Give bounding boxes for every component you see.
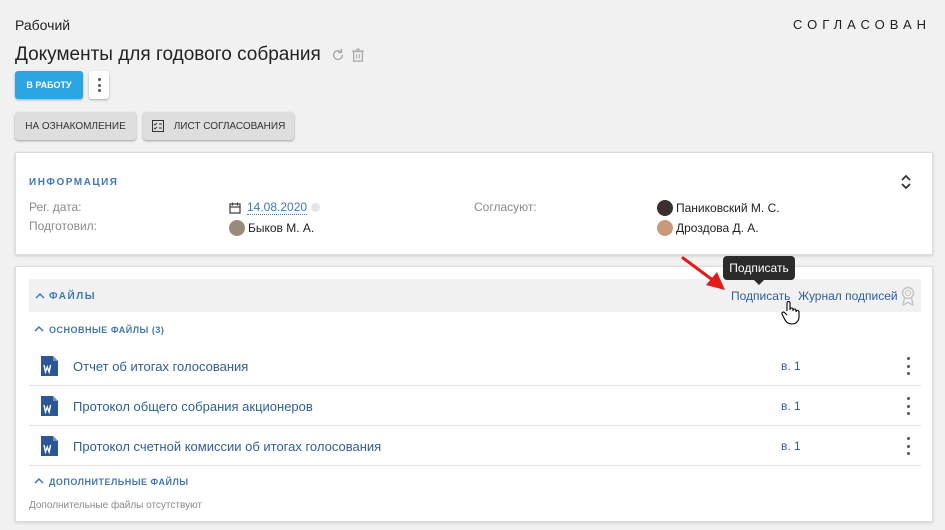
signature-journal-link[interactable]: Журнал подписей <box>798 289 898 303</box>
acknowledge-button[interactable]: НА ОЗНАКОМЛЕНИЕ <box>15 112 136 140</box>
main-files-title[interactable]: ОСНОВНЫЕ ФАЙЛЫ (3) <box>49 325 164 335</box>
file-row[interactable]: Протокол общего собрания акционеров в. 1 <box>29 386 921 426</box>
prepared-by-label: Подготовил: <box>29 219 98 233</box>
title-row: Документы для годового собрания <box>15 44 365 66</box>
page-title: Документы для годового собрания <box>15 44 321 65</box>
file-version[interactable]: в. 1 <box>781 439 801 453</box>
to-work-button[interactable]: В РАБОТУ <box>15 71 83 99</box>
approval-sheet-button-label: ЛИСТ СОГЛАСОВАНИЯ <box>173 120 286 132</box>
expand-collapse-icon[interactable] <box>900 174 912 190</box>
reg-date-field[interactable]: 14.08.2020 <box>229 200 321 215</box>
approver-name: Паниковский М. С. <box>676 201 780 215</box>
checklist-icon <box>151 120 164 132</box>
approvers-label: Согласуют: <box>474 200 537 214</box>
clear-icon[interactable] <box>311 203 321 212</box>
status-badge: СОГЛАСОВАН <box>793 17 931 32</box>
file-name[interactable]: Протокол счетной комиссии об итогах голо… <box>73 439 381 454</box>
award-icon[interactable] <box>900 286 916 306</box>
sign-tooltip: Подписать <box>723 256 795 285</box>
red-arrow-annotation-icon <box>681 256 725 290</box>
chevron-up-icon[interactable] <box>34 478 44 484</box>
file-row[interactable]: Протокол счетной комиссии об итогах голо… <box>29 426 921 466</box>
reg-date-value[interactable]: 14.08.2020 <box>247 200 308 215</box>
refresh-icon[interactable] <box>331 48 345 62</box>
file-name[interactable]: Отчет об итогах голосования <box>73 359 248 374</box>
word-icon <box>41 396 58 416</box>
file-name[interactable]: Протокол общего собрания акционеров <box>73 399 313 414</box>
prepared-by-user[interactable]: Быков М. А. <box>229 220 314 236</box>
prepared-by-name: Быков М. А. <box>248 221 315 235</box>
more-vert-icon[interactable] <box>905 357 911 375</box>
reg-date-label: Рег. дата: <box>29 200 82 214</box>
extra-files-title[interactable]: ДОПОЛНИТЕЛЬНЫЕ ФАЙЛЫ <box>49 477 189 487</box>
breadcrumb[interactable]: Рабочий <box>15 17 70 33</box>
chevron-up-icon[interactable] <box>35 293 45 299</box>
trash-icon[interactable] <box>351 48 365 62</box>
approver-item[interactable]: Паниковский М. С. <box>657 200 780 216</box>
files-section-title[interactable]: ФАЙЛЫ <box>49 291 96 302</box>
word-icon <box>41 436 58 456</box>
hand-cursor-icon <box>781 301 800 325</box>
more-vert-icon[interactable] <box>905 397 911 415</box>
approver-item[interactable]: Дроздова Д. А. <box>657 220 759 236</box>
approval-sheet-button[interactable]: ЛИСТ СОГЛАСОВАНИЯ <box>143 112 294 140</box>
info-card: ИНФОРМАЦИЯ Рег. дата: 14.08.2020 Подгото… <box>15 152 933 255</box>
avatar <box>657 200 673 216</box>
more-actions-button[interactable] <box>89 71 109 99</box>
more-vert-icon[interactable] <box>905 437 911 455</box>
more-vert-icon <box>97 78 101 92</box>
info-section-title[interactable]: ИНФОРМАЦИЯ <box>29 177 119 188</box>
extra-files-empty: Дополнительные файлы отсутствуют <box>29 500 202 511</box>
file-row[interactable]: Отчет об итогах голосования в. 1 <box>29 346 921 386</box>
avatar <box>657 220 673 236</box>
file-version[interactable]: в. 1 <box>781 359 801 373</box>
acknowledge-button-label: НА ОЗНАКОМЛЕНИЕ <box>25 120 126 132</box>
file-version[interactable]: в. 1 <box>781 399 801 413</box>
approver-name: Дроздова Д. А. <box>676 221 759 235</box>
word-icon <box>41 356 58 376</box>
calendar-icon <box>229 202 241 214</box>
chevron-up-icon[interactable] <box>34 326 44 332</box>
avatar <box>229 220 245 236</box>
